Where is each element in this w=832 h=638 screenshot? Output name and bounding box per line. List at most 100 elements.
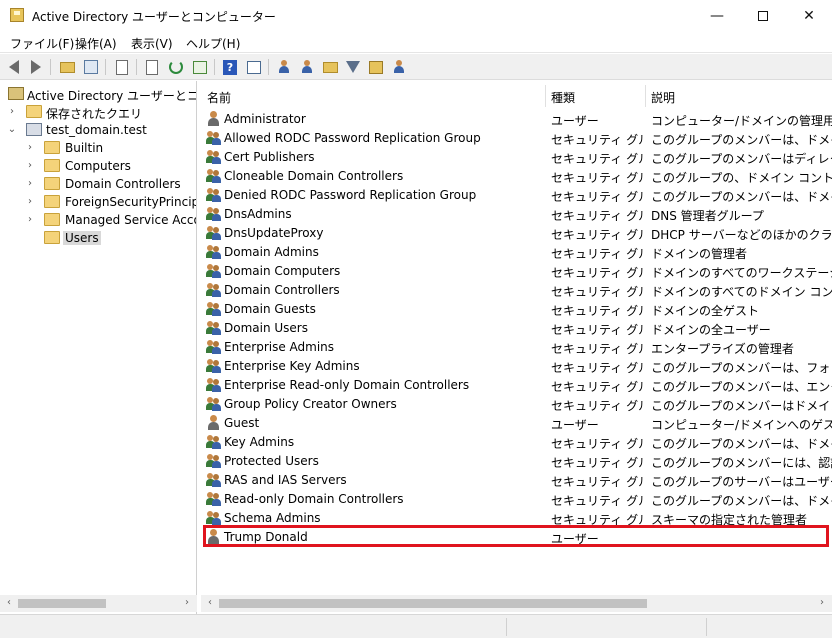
scroll-right-icon[interactable]: › (181, 597, 193, 609)
find-button[interactable] (367, 58, 385, 76)
cell-name: Domain Controllers (224, 283, 340, 297)
expand-chevron-icon[interactable]: › (25, 142, 35, 154)
scroll-left-icon[interactable]: ‹ (3, 597, 15, 609)
tree-item-builtin[interactable]: › Builtin (0, 139, 196, 157)
group-icon (206, 187, 222, 202)
list-row[interactable]: Enterprise Key Admins セキュリティ グループこのグループのメ… (201, 356, 832, 375)
export-list-button[interactable] (191, 58, 209, 76)
list-row[interactable]: Cert Publishers セキュリティ グループこのグループのメンバーはディ… (201, 147, 832, 166)
column-header-description[interactable]: 説明 (645, 81, 832, 107)
tree-item-domain-controllers[interactable]: › Domain Controllers (0, 175, 196, 193)
list-row[interactable]: Administrator ユーザー コンピューター/ドメインの管理用 (ビルトイン… (201, 109, 832, 128)
list-row[interactable]: Domain Users セキュリティ グループドメインの全ユーザー (201, 318, 832, 337)
cell-type: セキュリティ グループ (551, 152, 643, 166)
expand-chevron-icon[interactable]: › (25, 214, 35, 226)
cell-type: セキュリティ グループ (551, 228, 643, 242)
expand-chevron-icon[interactable]: › (25, 196, 35, 208)
list-row[interactable]: Cloneable Domain Controllers セキュリティ グループこ… (201, 166, 832, 185)
tree-item-managed-service-accounts[interactable]: › Managed Service Accounts (0, 211, 196, 229)
minimize-button[interactable]: — (694, 0, 740, 31)
refresh-button[interactable] (167, 58, 185, 76)
filter-button[interactable] (344, 58, 362, 76)
title-bar: Active Directory ユーザーとコンピューター — ✕ (0, 0, 832, 31)
status-divider (706, 618, 707, 636)
list-row[interactable]: Domain Guests セキュリティ グループドメインの全ゲスト (201, 299, 832, 318)
aduc-app-icon (10, 8, 24, 22)
help-button[interactable]: ? (221, 58, 239, 76)
group-icon (206, 510, 222, 525)
forward-button[interactable] (27, 58, 45, 76)
cell-type: セキュリティ グループ (551, 133, 643, 147)
properties-doc-button[interactable] (143, 58, 161, 76)
column-header-type[interactable]: 種類 (545, 81, 645, 107)
column-header-name[interactable]: 名前 (201, 81, 546, 107)
group-icon (206, 149, 222, 164)
cell-type: セキュリティ グループ (551, 437, 643, 451)
collapse-chevron-icon[interactable]: ⌄ (7, 124, 17, 136)
menu-help[interactable]: ヘルプ(H) (186, 35, 240, 52)
tree-item-foreign-security-principals[interactable]: › ForeignSecurityPrincipals (0, 193, 196, 211)
scroll-left-icon[interactable]: ‹ (204, 597, 216, 609)
list-row[interactable]: Domain Controllers セキュリティ グループドメインのすべてのドメ… (201, 280, 832, 299)
list-row[interactable]: Protected Users セキュリティ グループこのグループのメンバーには、… (201, 451, 832, 470)
list-row[interactable]: Guest ユーザー コンピューター/ドメインへのゲスト アクセス用 (201, 413, 832, 432)
list-row[interactable]: Enterprise Admins セキュリティ グループエンタープライズの管理者 (201, 337, 832, 356)
user-icon (206, 415, 222, 430)
show-hide-tree-button[interactable] (82, 58, 100, 76)
group-icon (206, 472, 222, 487)
expand-chevron-icon[interactable]: › (25, 160, 35, 172)
list-row[interactable]: RAS and IAS Servers セキュリティ グループこのグループのサーバ… (201, 470, 832, 489)
scroll-right-icon[interactable]: › (816, 597, 828, 609)
list-row[interactable]: Domain Computers セキュリティ グループドメインのすべてのワークス… (201, 261, 832, 280)
back-button[interactable] (5, 58, 23, 76)
details-list[interactable]: 名前 種類 説明 Administrator ユーザー コンピューター/ドメインの管… (201, 81, 832, 614)
list-row[interactable]: DnsAdmins セキュリティ グループ DNS 管理者グループ (201, 204, 832, 223)
list-row[interactable]: DnsUpdateProxy セキュリティ グループ DHCP サーバーなどのほかの… (201, 223, 832, 242)
menu-action[interactable]: 操作(A) (75, 35, 117, 52)
scrollbar-thumb[interactable] (18, 599, 106, 608)
list-row[interactable]: Key Admins セキュリティ グループこのグループのメンバーは、ドメイン内の… (201, 432, 832, 451)
tree-horizontal-scrollbar[interactable]: ‹ › (0, 595, 197, 612)
list-row[interactable]: Trump Donald ユーザー (201, 527, 832, 546)
tree-item-users[interactable]: Users (0, 229, 196, 247)
back-arrow-icon (9, 60, 19, 74)
list-row[interactable]: Enterprise Read-only Domain Controllers セ… (201, 375, 832, 394)
toolbar-separator (50, 59, 51, 75)
list-row[interactable]: Allowed RODC Password Replication Group セ… (201, 128, 832, 147)
expand-chevron-icon[interactable]: › (25, 178, 35, 190)
group-icon (206, 130, 222, 145)
expand-chevron-icon[interactable]: › (7, 106, 17, 118)
clipboard-button[interactable] (113, 58, 131, 76)
cell-type: セキュリティ グループ (551, 513, 643, 527)
tree-item-saved-queries[interactable]: › 保存されたクエリ (0, 103, 196, 121)
list-row[interactable]: Domain Admins セキュリティ グループドメインの管理者 (201, 242, 832, 261)
list-row[interactable]: Denied RODC Password Replication Group セキ… (201, 185, 832, 204)
group-icon (206, 453, 222, 468)
menu-file[interactable]: ファイル(F) (10, 35, 74, 52)
scrollbar-thumb[interactable] (219, 599, 647, 608)
new-user-button[interactable] (275, 58, 293, 76)
tree-item-domain[interactable]: ⌄ test_domain.test (0, 121, 196, 139)
group-icon (206, 206, 222, 221)
list-row[interactable]: Schema Admins セキュリティ グループスキーマの指定された管理者 (201, 508, 832, 527)
new-group-icon (300, 60, 314, 74)
tree-item-computers[interactable]: › Computers (0, 157, 196, 175)
new-ou-button[interactable] (321, 58, 339, 76)
console-tree[interactable]: Active Directory ユーザーとコンピューター › 保存されたクエリ… (0, 81, 197, 614)
close-button[interactable]: ✕ (786, 0, 832, 31)
menu-view[interactable]: 表示(V) (131, 35, 173, 52)
cell-type: ユーザー (551, 532, 599, 546)
list-row[interactable]: Group Policy Creator Owners セキュリティ グループこの… (201, 394, 832, 413)
up-folder-button[interactable] (58, 58, 76, 76)
tree-item-label: Users (63, 231, 101, 245)
tree-item-root[interactable]: Active Directory ユーザーとコンピューター (0, 85, 196, 103)
properties-button[interactable] (245, 58, 263, 76)
add-to-group-button[interactable] (390, 58, 408, 76)
domain-icon (26, 123, 42, 136)
maximize-button[interactable] (740, 0, 786, 31)
list-row[interactable]: Read-only Domain Controllers セキュリティ グループこ… (201, 489, 832, 508)
cell-type: セキュリティ グループ (551, 247, 643, 261)
new-group-button[interactable] (298, 58, 316, 76)
list-horizontal-scrollbar[interactable]: ‹ › (201, 595, 832, 612)
status-divider (506, 618, 507, 636)
